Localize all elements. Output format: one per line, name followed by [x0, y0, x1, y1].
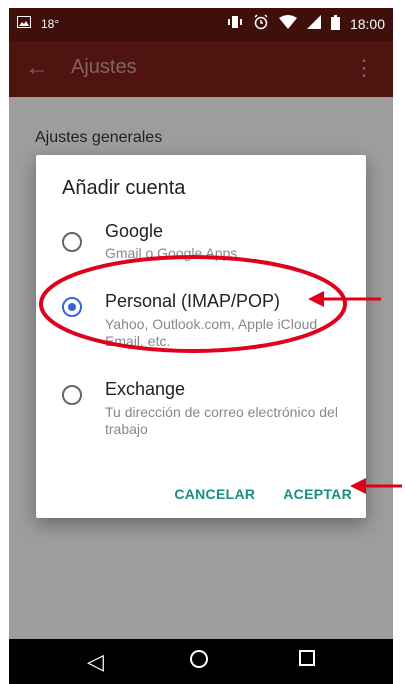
cancel-button[interactable]: CANCELAR	[174, 486, 255, 502]
vibrate-icon	[227, 15, 243, 32]
temperature-text: 18°	[41, 16, 60, 31]
signal-icon	[306, 15, 321, 32]
accept-button[interactable]: ACEPTAR	[283, 486, 352, 502]
wifi-icon	[278, 15, 297, 32]
option-subtitle: Yahoo, Outlook.com, Apple iCloud Email, …	[105, 316, 318, 349]
nav-back-icon[interactable]: ◁	[87, 649, 104, 675]
add-account-dialog: Añadir cuenta Google Gmail o Google Apps…	[36, 155, 366, 518]
nav-home-icon[interactable]	[190, 650, 208, 668]
navigation-bar: ◁	[9, 639, 393, 684]
option-title: Google	[105, 221, 164, 241]
option-subtitle: Gmail o Google Apps	[105, 245, 238, 261]
nav-recents-icon[interactable]	[299, 650, 315, 666]
alarm-icon	[253, 14, 269, 33]
status-bar: 18° 18:00	[9, 8, 393, 41]
option-title: Exchange	[105, 379, 186, 399]
radio-google[interactable]	[62, 232, 82, 252]
image-notification-icon	[17, 16, 31, 31]
dialog-title: Añadir cuenta	[62, 177, 186, 199]
battery-icon	[330, 14, 340, 33]
option-title: Personal (IMAP/POP)	[105, 291, 281, 311]
clock-text: 18:00	[349, 15, 385, 32]
radio-exchange[interactable]	[62, 385, 82, 405]
option-subtitle: Tu dirección de correo electrónico del t…	[105, 404, 338, 437]
dialog-actions: CANCELAR ACEPTAR	[174, 486, 352, 502]
radio-personal[interactable]	[62, 297, 82, 317]
phone-screen: 18° 18:00 ← Ajustes ⋮ Ajustes generales …	[9, 8, 393, 684]
